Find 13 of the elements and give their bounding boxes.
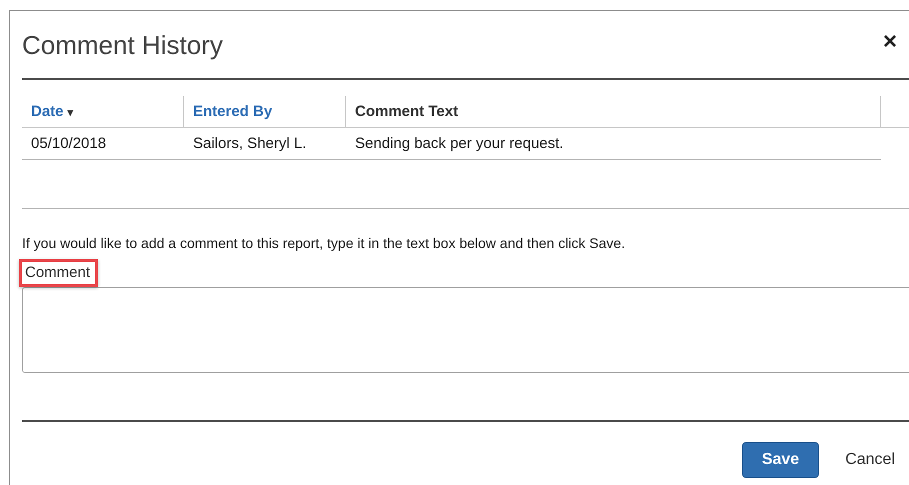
instruction-text: If you would like to add a comment to this report, type it in the text box below and then click Save.	[22, 235, 626, 251]
comment-label: Comment	[25, 264, 90, 281]
column-header[interactable]: Date ▾	[31, 103, 74, 120]
dialog-title: Comment History	[22, 30, 223, 61]
table-cell: Sailors, Sheryl L.	[193, 135, 306, 152]
save-button[interactable]: Save	[742, 442, 820, 478]
cancel-button[interactable]: Cancel	[845, 443, 895, 477]
comment-field[interactable]	[22, 287, 909, 373]
table-cell: 05/10/2018	[31, 135, 106, 152]
table-cell: Sending back per your request.	[355, 135, 564, 152]
column-header: Comment Text	[355, 103, 458, 120]
column-header[interactable]: Entered By	[193, 103, 272, 120]
close-button[interactable]: ×	[876, 28, 903, 56]
